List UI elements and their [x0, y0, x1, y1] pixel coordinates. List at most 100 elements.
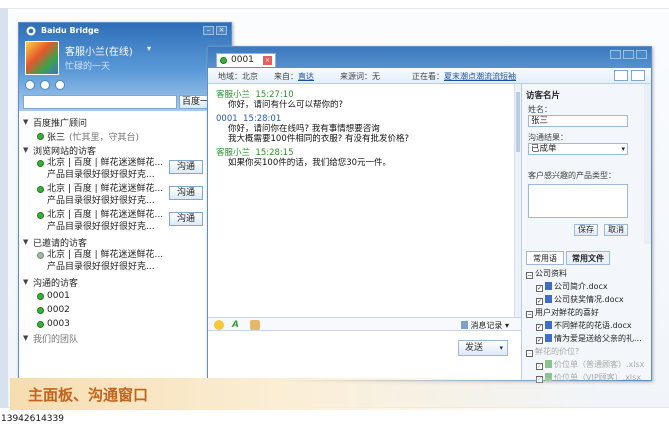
visitor-item[interactable]: 北京 | 百度 | 鲜花迷迷鲜花... 产品目录很好很好很好克... 沟通 [23, 209, 227, 235]
scrollbar-thumb[interactable] [516, 92, 520, 152]
checkbox[interactable]: ✓ [536, 285, 543, 292]
message-sender: 客服小兰 [216, 148, 251, 158]
tab-common-phrases[interactable]: 常用语 [526, 251, 564, 265]
list-item[interactable]: 0001 [23, 289, 227, 303]
message-text: 你好，请问有什么可以帮你的? [228, 100, 344, 110]
online-status-icon [37, 186, 44, 193]
message-sender: 客服小兰 [216, 90, 251, 100]
group-label: 浏览网站的访客 [33, 146, 97, 157]
source-link[interactable]: 直达 [298, 72, 314, 81]
group-header[interactable]: ▼ 我们的团队 [23, 331, 227, 345]
scrollbar[interactable] [644, 84, 651, 244]
group-label: 已邀请的访客 [33, 238, 88, 249]
list-item[interactable]: 张三 (忙其里，守其台) [23, 129, 227, 143]
gear-icon[interactable] [25, 80, 35, 90]
group-header[interactable]: ▼ 百度推广顾问 [23, 115, 227, 129]
main-panel-header: Baidu Bridge – × 客服小兰(在线) ▾ 忙碌的一天 百度一 [19, 23, 231, 111]
visitor-region: 地域：北京 [218, 72, 258, 81]
visitor-item[interactable]: 北京 | 百度 | 鲜花迷迷鲜花... 产品目录很好很好很好克... [23, 249, 227, 275]
message-time: 15:27:10 [255, 90, 294, 100]
record-icon [461, 321, 469, 329]
message-record-button[interactable]: 消息记录 ▾ [461, 320, 509, 331]
file-item[interactable]: ✓ 公司获奖情况.docx [526, 293, 648, 306]
interest-textarea[interactable] [528, 184, 628, 218]
checkbox[interactable]: ✓ [536, 337, 543, 344]
chat-button[interactable]: 沟通 [169, 160, 203, 174]
tab-common-files[interactable]: 常用文件 [566, 251, 610, 265]
visitor-source: 北京 | 百度 | 鲜花迷迷鲜花... [47, 250, 164, 260]
emoji-icon[interactable] [214, 320, 224, 330]
word-doc-icon [545, 282, 552, 290]
checkbox[interactable]: ✓ [536, 298, 543, 305]
checkbox[interactable]: ✓ [536, 324, 543, 331]
font-icon[interactable]: A [232, 320, 242, 330]
send-button[interactable]: 发送 ▾ [458, 340, 508, 356]
user-signature[interactable]: 忙碌的一天 [65, 59, 110, 72]
chat-window: 0001 × 地域：北京 来自：直达 来源词：无 正在看：夏末潮点潮流流短袖 客… [207, 46, 652, 383]
file-name: 价位单（普通顾客）.xlsx [554, 360, 645, 369]
collapse-icon[interactable]: − [526, 272, 533, 279]
name-field[interactable]: 张三 [528, 115, 628, 127]
result-label: 沟通结果： [528, 133, 568, 142]
file-item[interactable]: ✓ 价位单（普通顾客）.xlsx [526, 358, 648, 371]
file-item[interactable]: ✓ 不同鲜花的花语.docx [526, 319, 648, 332]
list-item[interactable]: 0003 [23, 317, 227, 331]
close-icon[interactable]: × [263, 56, 272, 65]
group-label: 百度推广顾问 [33, 118, 88, 129]
collapse-icon[interactable]: − [526, 350, 533, 357]
message-text: 我大概需要100件相同的衣服? 有没有批发价格? [228, 134, 409, 144]
contact-status: (忙其里，守其台) [69, 132, 140, 143]
chat-button[interactable]: 沟通 [169, 186, 203, 200]
card-icon[interactable] [614, 70, 628, 81]
message: 0001 15:28:01 你好，请问你在线吗? 我有事情想要咨询 我大概需要1… [216, 114, 506, 144]
chevron-down-icon: ▼ [23, 278, 29, 286]
viewing-link[interactable]: 夏末潮点潮流流短袖 [444, 72, 516, 81]
visitor-item[interactable]: 北京 | 百度 | 鲜花迷迷鲜花... 产品目录很好很好很好克... 沟通 [23, 157, 227, 183]
user-icon[interactable] [631, 70, 645, 81]
file-name: 公司获奖情况.docx [554, 295, 624, 304]
list-item[interactable]: 0002 [23, 303, 227, 317]
file-group[interactable]: − 用户对鲜花的喜好 [526, 306, 648, 319]
file-item[interactable]: ✓ 情为爱是送给父亲的礼... [526, 332, 648, 345]
scrollbar[interactable] [514, 84, 521, 317]
maximize-icon[interactable] [623, 50, 634, 59]
search-input[interactable] [23, 95, 177, 109]
chevron-down-icon: ▼ [23, 334, 29, 342]
pane-toggle-icons [614, 70, 645, 81]
name-label: 姓名： [528, 105, 552, 114]
file-group[interactable]: − 公司资料 [526, 267, 648, 280]
file-group[interactable]: − 鲜花的价位? [526, 345, 648, 358]
group-header[interactable]: ▼ 浏览网站的访客 [23, 143, 227, 157]
chevron-down-icon[interactable]: ▾ [147, 44, 151, 53]
close-icon[interactable] [636, 50, 647, 59]
visitor-id: 0003 [47, 319, 70, 329]
visitor-page: 产品目录很好很好很好克... [47, 222, 155, 232]
chevron-down-icon: ▼ [23, 146, 29, 154]
message-input[interactable]: 发送 ▾ [208, 332, 521, 380]
message-icon[interactable] [55, 80, 65, 90]
group-header[interactable]: ▼ 沟通的访客 [23, 275, 227, 289]
avatar[interactable] [25, 41, 59, 75]
message-text: 如果你买100件的话，我们给您30元一件。 [228, 158, 392, 168]
chevron-down-icon: ▼ [23, 238, 29, 246]
save-button[interactable]: 保存 [574, 224, 598, 236]
minimize-icon[interactable]: – [203, 26, 214, 35]
user-name-status[interactable]: 客服小兰(在线) [65, 43, 133, 58]
close-icon[interactable]: × [216, 26, 227, 35]
chat-button[interactable]: 沟通 [169, 212, 203, 226]
chevron-down-icon[interactable]: ▾ [499, 341, 503, 355]
cancel-button[interactable]: 取消 [604, 224, 628, 236]
word-doc-icon [545, 321, 552, 329]
tab-visitor-0001[interactable]: 0001 × [216, 53, 276, 67]
minimize-icon[interactable] [610, 50, 621, 59]
group-header[interactable]: ▼ 已邀请的访客 [23, 235, 227, 249]
visitor-item[interactable]: 北京 | 百度 | 鲜花迷迷鲜花... 产品目录很好很好很好克... 沟通 [23, 183, 227, 209]
file-group-label: 鲜花的价位? [535, 347, 580, 356]
result-select[interactable]: 已成单 ▾ [528, 143, 628, 155]
message-header: 0001 15:28:01 [216, 114, 506, 124]
collapse-icon[interactable]: − [526, 311, 533, 318]
globe-icon[interactable] [40, 80, 50, 90]
checkbox[interactable]: ✓ [536, 363, 543, 370]
screenshot-icon[interactable] [250, 320, 260, 330]
file-item[interactable]: ✓ 公司简介.docx [526, 280, 648, 293]
